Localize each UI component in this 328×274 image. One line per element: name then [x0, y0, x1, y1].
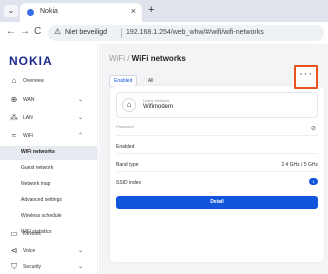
- shield-icon: ⛉: [11, 262, 17, 271]
- sidebar-subitem-label: Guest network: [21, 165, 54, 171]
- breadcrumb-current: WiFi networks: [131, 54, 186, 63]
- sidebar-item-label: Devices: [23, 231, 41, 237]
- ssid-row: SSID index 1: [116, 176, 318, 190]
- sidebar-subitem-network-map[interactable]: Network map: [0, 178, 97, 192]
- security-warning[interactable]: Niet beveiligd: [65, 29, 107, 36]
- eye-off-icon[interactable]: ⊘: [311, 125, 316, 132]
- url-field[interactable]: ⚠ Niet beveiligd 192.168.1.254/web_whw/#…: [48, 25, 324, 41]
- sidebar-item-wifi[interactable]: ≈ WiFi ⌃: [0, 130, 97, 144]
- network-name: Wifimodem: [143, 104, 174, 110]
- warning-icon[interactable]: ⚠: [54, 27, 61, 36]
- browser-tab[interactable]: Nokia ×: [20, 3, 142, 22]
- sidebar-item-security[interactable]: ⛉ Security ⌄: [0, 261, 97, 274]
- page-title: WiFi / WiFi networks: [109, 54, 186, 63]
- home-icon: ⌂: [122, 98, 136, 112]
- sidebar-item-label: Security: [23, 264, 42, 270]
- band-label: Band type: [116, 162, 139, 168]
- sidebar-item-voice[interactable]: ⊲ Voice ⌄: [0, 245, 97, 259]
- sidebar-subitem-label: Wireless schedule: [21, 213, 62, 219]
- sidebar-item-label: WAN: [23, 97, 35, 103]
- devices-icon: ▭: [10, 229, 18, 238]
- tab-search-button[interactable]: ⌄: [4, 5, 18, 17]
- tab-title: Nokia: [40, 8, 58, 15]
- network-icon: ⁂: [10, 113, 18, 122]
- tab-close-icon[interactable]: ×: [131, 6, 136, 16]
- enabled-label: Enabled: [116, 144, 135, 150]
- chevron-up-icon: ⌃: [78, 133, 84, 139]
- forward-icon[interactable]: →: [20, 26, 30, 37]
- network-card: ⌂ Home Network Wifimodem Password ⊘ Enab…: [110, 86, 324, 262]
- chevron-down-icon: ⌄: [78, 264, 84, 270]
- filter-tabs: Enabled All: [109, 69, 159, 87]
- sidebar: NOKIA ⌂ Overview ⊕ WAN ⌄ ⁂ LAN ⌄ ≈ WiFi …: [0, 44, 98, 274]
- password-row: Password ⊘: [116, 122, 318, 136]
- sidebar-subitem-label: Advanced settings: [21, 197, 62, 203]
- ssid-label: SSID index: [116, 180, 142, 186]
- sidebar-subitem-wireless-schedule[interactable]: Wireless schedule: [0, 210, 97, 224]
- band-value: 2.4 GHz / 5 GHz: [281, 162, 318, 168]
- network-type: Home Network: [143, 98, 170, 103]
- sidebar-item-label: LAN: [23, 115, 33, 121]
- nokia-logo: NOKIA: [9, 54, 53, 68]
- chevron-down-icon: ⌄: [78, 97, 84, 103]
- sidebar-item-label: Voice: [23, 248, 36, 254]
- new-tab-button[interactable]: +: [148, 4, 154, 16]
- sidebar-subitem-wifi-networks[interactable]: WiFi networks: [0, 146, 97, 160]
- chevron-down-icon: ⌄: [78, 248, 84, 254]
- sidebar-item-label: Overview: [23, 78, 44, 84]
- sidebar-item-lan[interactable]: ⁂ LAN ⌄: [0, 112, 97, 126]
- tab-all[interactable]: All: [144, 76, 158, 86]
- home-icon: ⌂: [11, 76, 17, 85]
- browser-tab-bar: ⌄ Nokia × +: [0, 0, 328, 22]
- favicon-icon: [27, 9, 34, 16]
- wifi-icon: ≈: [11, 131, 17, 140]
- band-row: Band type 2.4 GHz / 5 GHz: [116, 158, 318, 172]
- enabled-row: Enabled: [116, 140, 318, 154]
- sidebar-item-wan[interactable]: ⊕ WAN ⌄: [0, 94, 97, 108]
- more-options-button[interactable]: ···: [294, 65, 318, 89]
- sidebar-item-label: WiFi: [23, 133, 33, 139]
- breadcrumb-parent: WiFi /: [109, 54, 132, 63]
- voice-icon: ⊲: [10, 246, 18, 255]
- sidebar-subitem-label: WiFi networks: [21, 149, 55, 155]
- url-divider: [121, 28, 122, 38]
- password-label: Password: [116, 124, 134, 129]
- sidebar-subitem-label: Network map: [21, 181, 51, 187]
- sidebar-item-overview[interactable]: ⌂ Overview: [0, 75, 97, 89]
- reload-icon[interactable]: C: [34, 26, 41, 37]
- sidebar-subitem-advanced-settings[interactable]: Advanced settings: [0, 194, 97, 208]
- detail-button[interactable]: Detail: [116, 196, 318, 209]
- back-icon[interactable]: ←: [6, 26, 16, 37]
- sidebar-item-devices[interactable]: ▭ Devices: [0, 228, 97, 242]
- url-text[interactable]: 192.168.1.254/web_whw/#/wifi/wifi-networ…: [126, 29, 264, 36]
- globe-icon: ⊕: [10, 95, 18, 104]
- network-header: ⌂ Home Network Wifimodem: [116, 92, 318, 118]
- main-content: WiFi / WiFi networks Enabled All ⌂ Home …: [99, 44, 328, 274]
- ssid-badge: 1: [309, 178, 318, 185]
- chevron-down-icon: ⌄: [78, 115, 84, 121]
- sidebar-subitem-guest-network[interactable]: Guest network: [0, 162, 97, 176]
- address-bar: ← → C ⚠ Niet beveiligd 192.168.1.254/web…: [0, 22, 328, 44]
